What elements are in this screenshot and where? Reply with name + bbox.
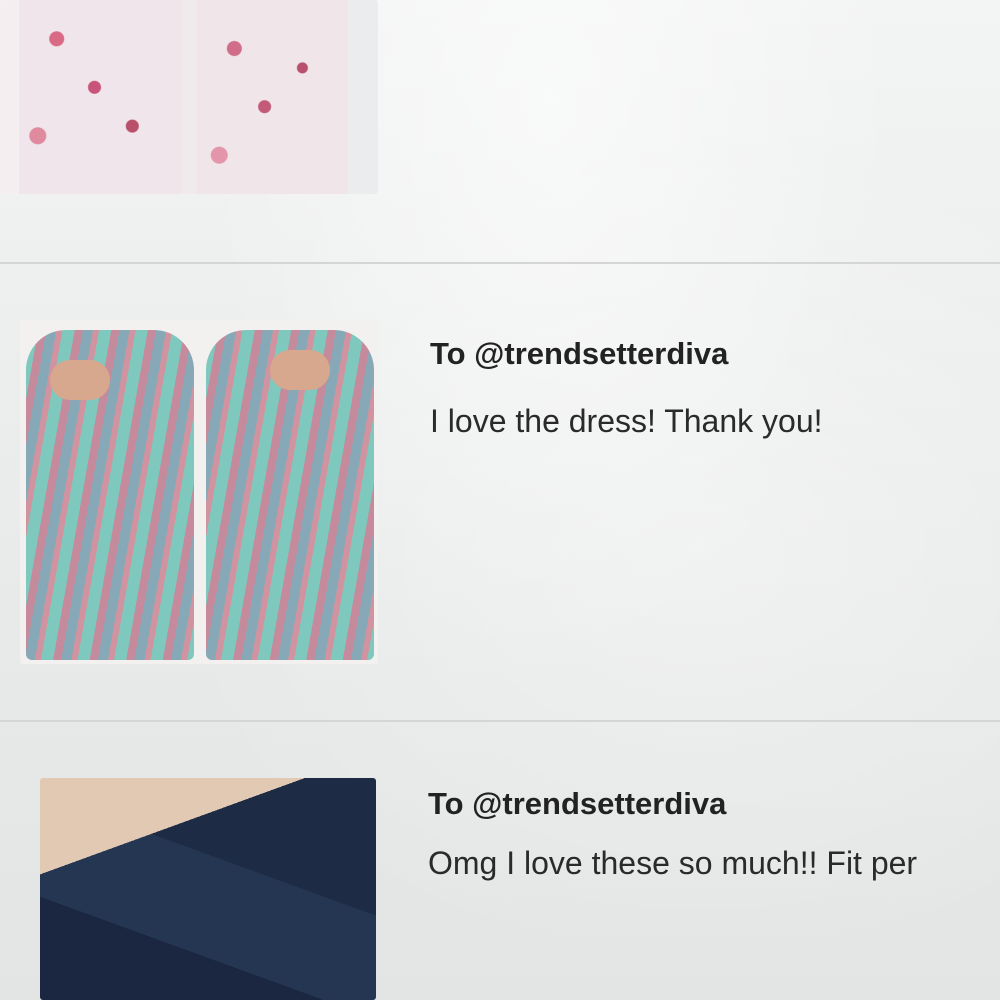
jeans-photo-icon[interactable] (40, 778, 376, 1000)
recipient-title[interactable]: To @trendsetterdiva (428, 786, 726, 822)
feedback-message: Omg I love these so much!! Fit per (428, 845, 918, 881)
feedback-item: To @trendsetterdiva Omg I love these so … (0, 0, 1000, 1000)
app-screen: To @trendsetterdiva I love the dress! Th… (0, 0, 1000, 1000)
